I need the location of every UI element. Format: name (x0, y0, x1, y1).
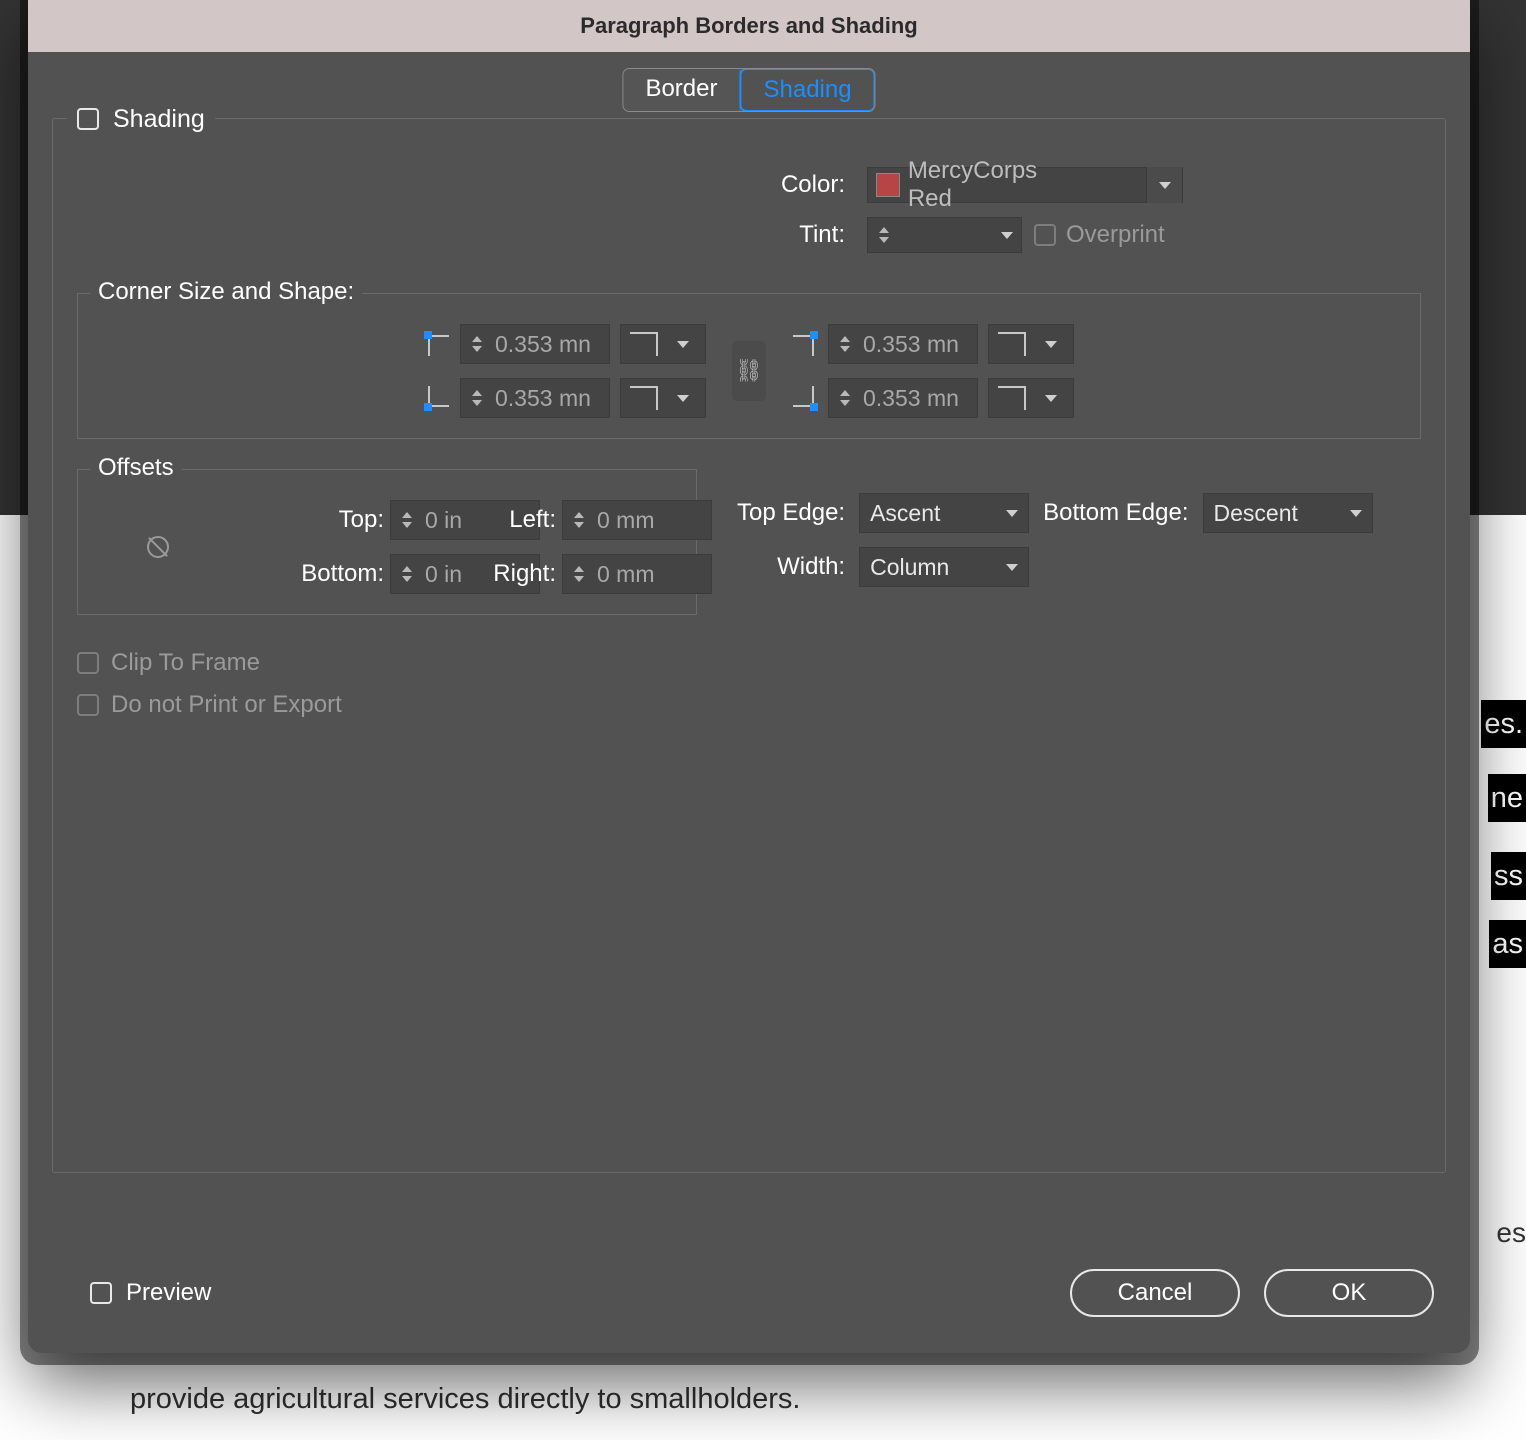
clip-to-frame-row: Clip To Frame (77, 649, 1421, 677)
corner-tr-field[interactable]: 0.353 mn (828, 324, 978, 364)
tint-field[interactable] (867, 217, 1022, 253)
dialog-body: Border Shading Shading Color: MercyCorps… (28, 52, 1470, 1269)
corner-br-field[interactable]: 0.353 mn (828, 378, 978, 418)
shading-legend[interactable]: Shading (67, 103, 215, 135)
width-label: Width: (737, 553, 845, 581)
no-export-label: Do not Print or Export (111, 691, 342, 719)
color-select[interactable]: MercyCorps Red (867, 167, 1183, 203)
width-select[interactable]: Column (859, 547, 1029, 587)
clip-to-frame-checkbox (77, 652, 99, 674)
bg-snip: es. (1481, 700, 1526, 748)
bg-bottom-text: provide agricultural services directly t… (130, 1383, 800, 1416)
color-value: MercyCorps Red (908, 157, 1147, 213)
link-corners-icon[interactable]: ⛓ (732, 341, 766, 401)
corner-tl-shape[interactable] (620, 324, 706, 364)
tab-switcher: Border Shading (622, 68, 875, 112)
edge-width-grid: Top Edge: Ascent Bottom Edge: Descent Wi… (737, 493, 1373, 587)
shading-enable-checkbox[interactable] (77, 108, 99, 130)
corner-br-icon (792, 385, 818, 411)
corner-bl-icon (424, 385, 450, 411)
bg-snip: ss (1491, 852, 1526, 900)
bg-snip: ne (1488, 774, 1526, 822)
shading-panel: Shading Color: MercyCorps Red Tint: (52, 118, 1446, 1173)
offsets-fieldset: Offsets Top: 0 in Left: 0 mm Bottom: 0 i… (77, 469, 697, 615)
preview-label: Preview (126, 1279, 211, 1307)
bottom-edge-select[interactable]: Descent (1203, 493, 1373, 533)
dialog: Paragraph Borders and Shading Border Sha… (28, 0, 1470, 1353)
no-export-checkbox (77, 694, 99, 716)
corner-tr-shape[interactable] (988, 324, 1074, 364)
offset-bottom-label: Bottom: (224, 560, 384, 588)
offset-right-field[interactable]: 0 mm (562, 554, 712, 594)
link-offsets-icon[interactable] (143, 532, 173, 562)
dialog-title: Paragraph Borders and Shading (28, 0, 1470, 52)
background-text-snips: es. ne ss as (1481, 700, 1526, 968)
tint-dropdown-icon[interactable] (993, 218, 1021, 252)
offset-left-field[interactable]: 0 mm (562, 500, 712, 540)
overprint-label: Overprint (1066, 221, 1165, 249)
corner-shape-icon (995, 383, 1029, 413)
color-row: Color: MercyCorps Red (77, 167, 1421, 203)
ok-button[interactable]: OK (1264, 1269, 1434, 1317)
corner-shape-icon (995, 329, 1029, 359)
tab-border[interactable]: Border (623, 69, 740, 111)
overprint-checkbox (1034, 224, 1056, 246)
corner-fieldset: Corner Size and Shape: 0.353 mn 0.353 mn (77, 293, 1421, 439)
dialog-footer: Preview Cancel OK (28, 1269, 1470, 1353)
corner-br-shape[interactable] (988, 378, 1074, 418)
corner-bl-shape[interactable] (620, 378, 706, 418)
offset-top-label: Top: (224, 506, 384, 534)
bg-right-frag: es (1496, 1217, 1526, 1249)
corner-bl-field[interactable]: 0.353 mn (460, 378, 610, 418)
color-dropdown-icon[interactable] (1146, 167, 1182, 203)
corner-shape-icon (627, 329, 661, 359)
overprint-option: Overprint (1034, 221, 1165, 249)
tint-row: Tint: Overprint (77, 217, 1421, 253)
offset-right-label: Right: (436, 560, 556, 588)
tint-stepper[interactable] (868, 218, 900, 252)
bottom-edge-label: Bottom Edge: (1043, 499, 1188, 527)
offsets-legend: Offsets (90, 454, 182, 482)
corner-tl-field[interactable]: 0.353 mn (460, 324, 610, 364)
tint-label: Tint: (315, 221, 855, 249)
bg-snip: as (1489, 920, 1526, 968)
top-edge-label: Top Edge: (737, 499, 845, 527)
top-edge-select[interactable]: Ascent (859, 493, 1029, 533)
clip-to-frame-label: Clip To Frame (111, 649, 260, 677)
corner-tr-icon (792, 331, 818, 357)
preview-checkbox[interactable] (90, 1282, 112, 1304)
preview-option[interactable]: Preview (90, 1279, 211, 1307)
shading-legend-label: Shading (113, 105, 205, 134)
corner-shape-icon (627, 383, 661, 413)
corner-tl-icon (424, 331, 450, 357)
offset-left-label: Left: (436, 506, 556, 534)
no-export-row: Do not Print or Export (77, 691, 1421, 719)
corner-legend: Corner Size and Shape: (90, 278, 362, 306)
color-swatch-icon (876, 173, 900, 197)
color-label: Color: (315, 171, 855, 199)
tab-shading[interactable]: Shading (739, 68, 875, 112)
lower-checks: Clip To Frame Do not Print or Export (77, 649, 1421, 719)
cancel-button[interactable]: Cancel (1070, 1269, 1240, 1317)
corners-grid: 0.353 mn 0.353 mn ⛓ 0.353 mn (98, 324, 1400, 418)
